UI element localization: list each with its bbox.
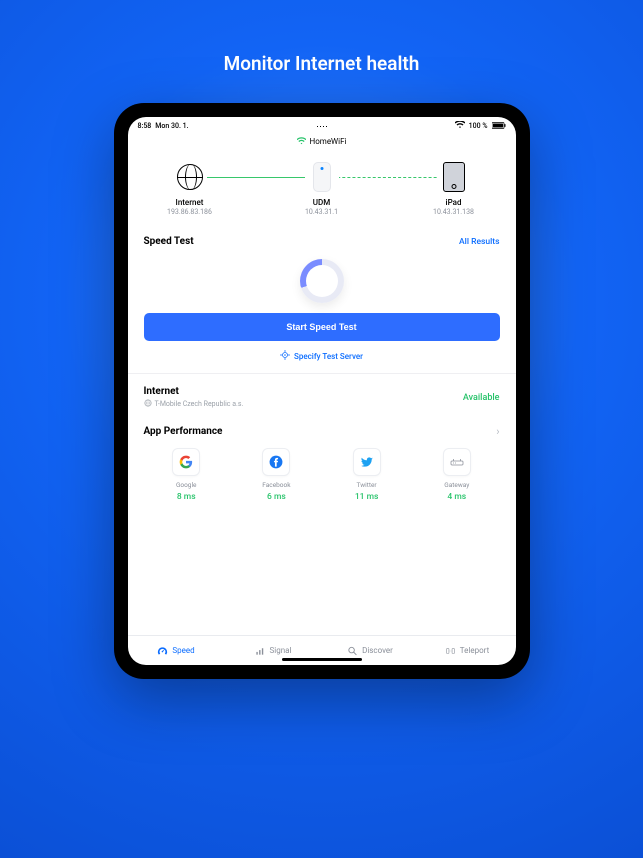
nav-teleport[interactable]: Teleport (419, 636, 516, 665)
app-card-twitter[interactable]: Twitter 11 ms (324, 448, 409, 502)
target-icon (280, 350, 290, 362)
screen: 8:58 Mon 30. 1. 100 % HomeWiFi (128, 117, 516, 665)
home-indicator[interactable] (282, 658, 362, 661)
node-ip: 10.43.31.138 (433, 208, 474, 216)
google-icon (172, 448, 200, 476)
specify-test-server-link[interactable]: Specify Test Server (144, 341, 500, 371)
app-name: Google (176, 481, 197, 489)
battery-icon (492, 122, 506, 131)
ipad-icon (443, 162, 465, 192)
app-name: Gateway (444, 481, 469, 489)
speed-test-title: Speed Test (144, 236, 194, 247)
hero-title: Monitor Internet health (224, 52, 420, 75)
facebook-icon (262, 448, 290, 476)
battery-percent: 100 % (469, 122, 488, 130)
specify-label: Specify Test Server (294, 352, 363, 361)
signal-icon (255, 645, 266, 656)
wifi-name: HomeWiFi (310, 137, 347, 146)
wifi-mini-icon (297, 137, 306, 146)
all-results-link[interactable]: All Results (459, 237, 499, 247)
node-label: UDM (313, 198, 330, 207)
isp-globe-icon (144, 399, 152, 409)
internet-status: Available (463, 393, 500, 403)
status-date: Mon 30. 1. (155, 122, 188, 130)
app-name: Twitter (357, 481, 377, 489)
discover-icon (347, 645, 358, 656)
speed-test-header: Speed Test All Results (144, 236, 500, 247)
status-bar: 8:58 Mon 30. 1. 100 % (128, 117, 516, 133)
topology-node-ipad[interactable]: iPad 10.43.31.138 (414, 160, 494, 216)
udm-icon (313, 162, 331, 192)
topology-node-udm[interactable]: UDM 10.43.31.1 (282, 160, 362, 216)
wifi-icon (455, 121, 465, 131)
start-speed-test-button[interactable]: Start Speed Test (144, 313, 500, 341)
tablet-frame: 8:58 Mon 30. 1. 100 % HomeWiFi (114, 103, 530, 679)
node-ip: 10.43.31.1 (305, 208, 338, 216)
app-latency: 11 ms (355, 492, 379, 502)
node-ip: 193.86.83.186 (167, 208, 212, 216)
nav-label: Teleport (460, 646, 489, 655)
nav-speed[interactable]: Speed (128, 636, 225, 665)
internet-section[interactable]: Internet T-Mobile Czech Republic a.s. Av… (144, 376, 500, 411)
app-latency: 6 ms (267, 492, 286, 502)
app-performance-header[interactable]: App Performance › (144, 425, 500, 438)
divider (128, 373, 516, 374)
speed-gauge-wrap (144, 247, 500, 313)
teleport-icon (445, 645, 456, 656)
wifi-name-row[interactable]: HomeWiFi (128, 133, 516, 154)
app-latency: 4 ms (447, 492, 466, 502)
speed-icon (157, 645, 168, 656)
nav-label: Discover (362, 646, 393, 655)
speed-gauge-icon (300, 259, 344, 303)
app-performance-grid: Google 8 ms Facebook 6 ms Twitter 11 ms (144, 448, 500, 502)
isp-name: T-Mobile Czech Republic a.s. (155, 400, 244, 408)
app-performance-title: App Performance (144, 426, 223, 437)
gateway-icon (443, 448, 471, 476)
status-dots-icon (316, 125, 328, 128)
network-topology: Internet 193.86.83.186 UDM 10.43.31.1 iP… (128, 154, 516, 226)
chevron-right-icon: › (496, 425, 499, 438)
globe-icon (177, 164, 203, 190)
twitter-icon (353, 448, 381, 476)
app-name: Facebook (262, 481, 290, 489)
nav-label: Signal (270, 646, 292, 655)
node-label: iPad (446, 198, 462, 207)
app-card-google[interactable]: Google 8 ms (144, 448, 229, 502)
internet-title: Internet (144, 386, 244, 397)
node-label: Internet (176, 198, 204, 207)
topology-node-internet[interactable]: Internet 193.86.83.186 (150, 160, 230, 216)
nav-label: Speed (172, 646, 194, 655)
app-card-facebook[interactable]: Facebook 6 ms (234, 448, 319, 502)
app-card-gateway[interactable]: Gateway 4 ms (414, 448, 499, 502)
status-time: 8:58 (138, 122, 152, 130)
app-latency: 8 ms (177, 492, 196, 502)
